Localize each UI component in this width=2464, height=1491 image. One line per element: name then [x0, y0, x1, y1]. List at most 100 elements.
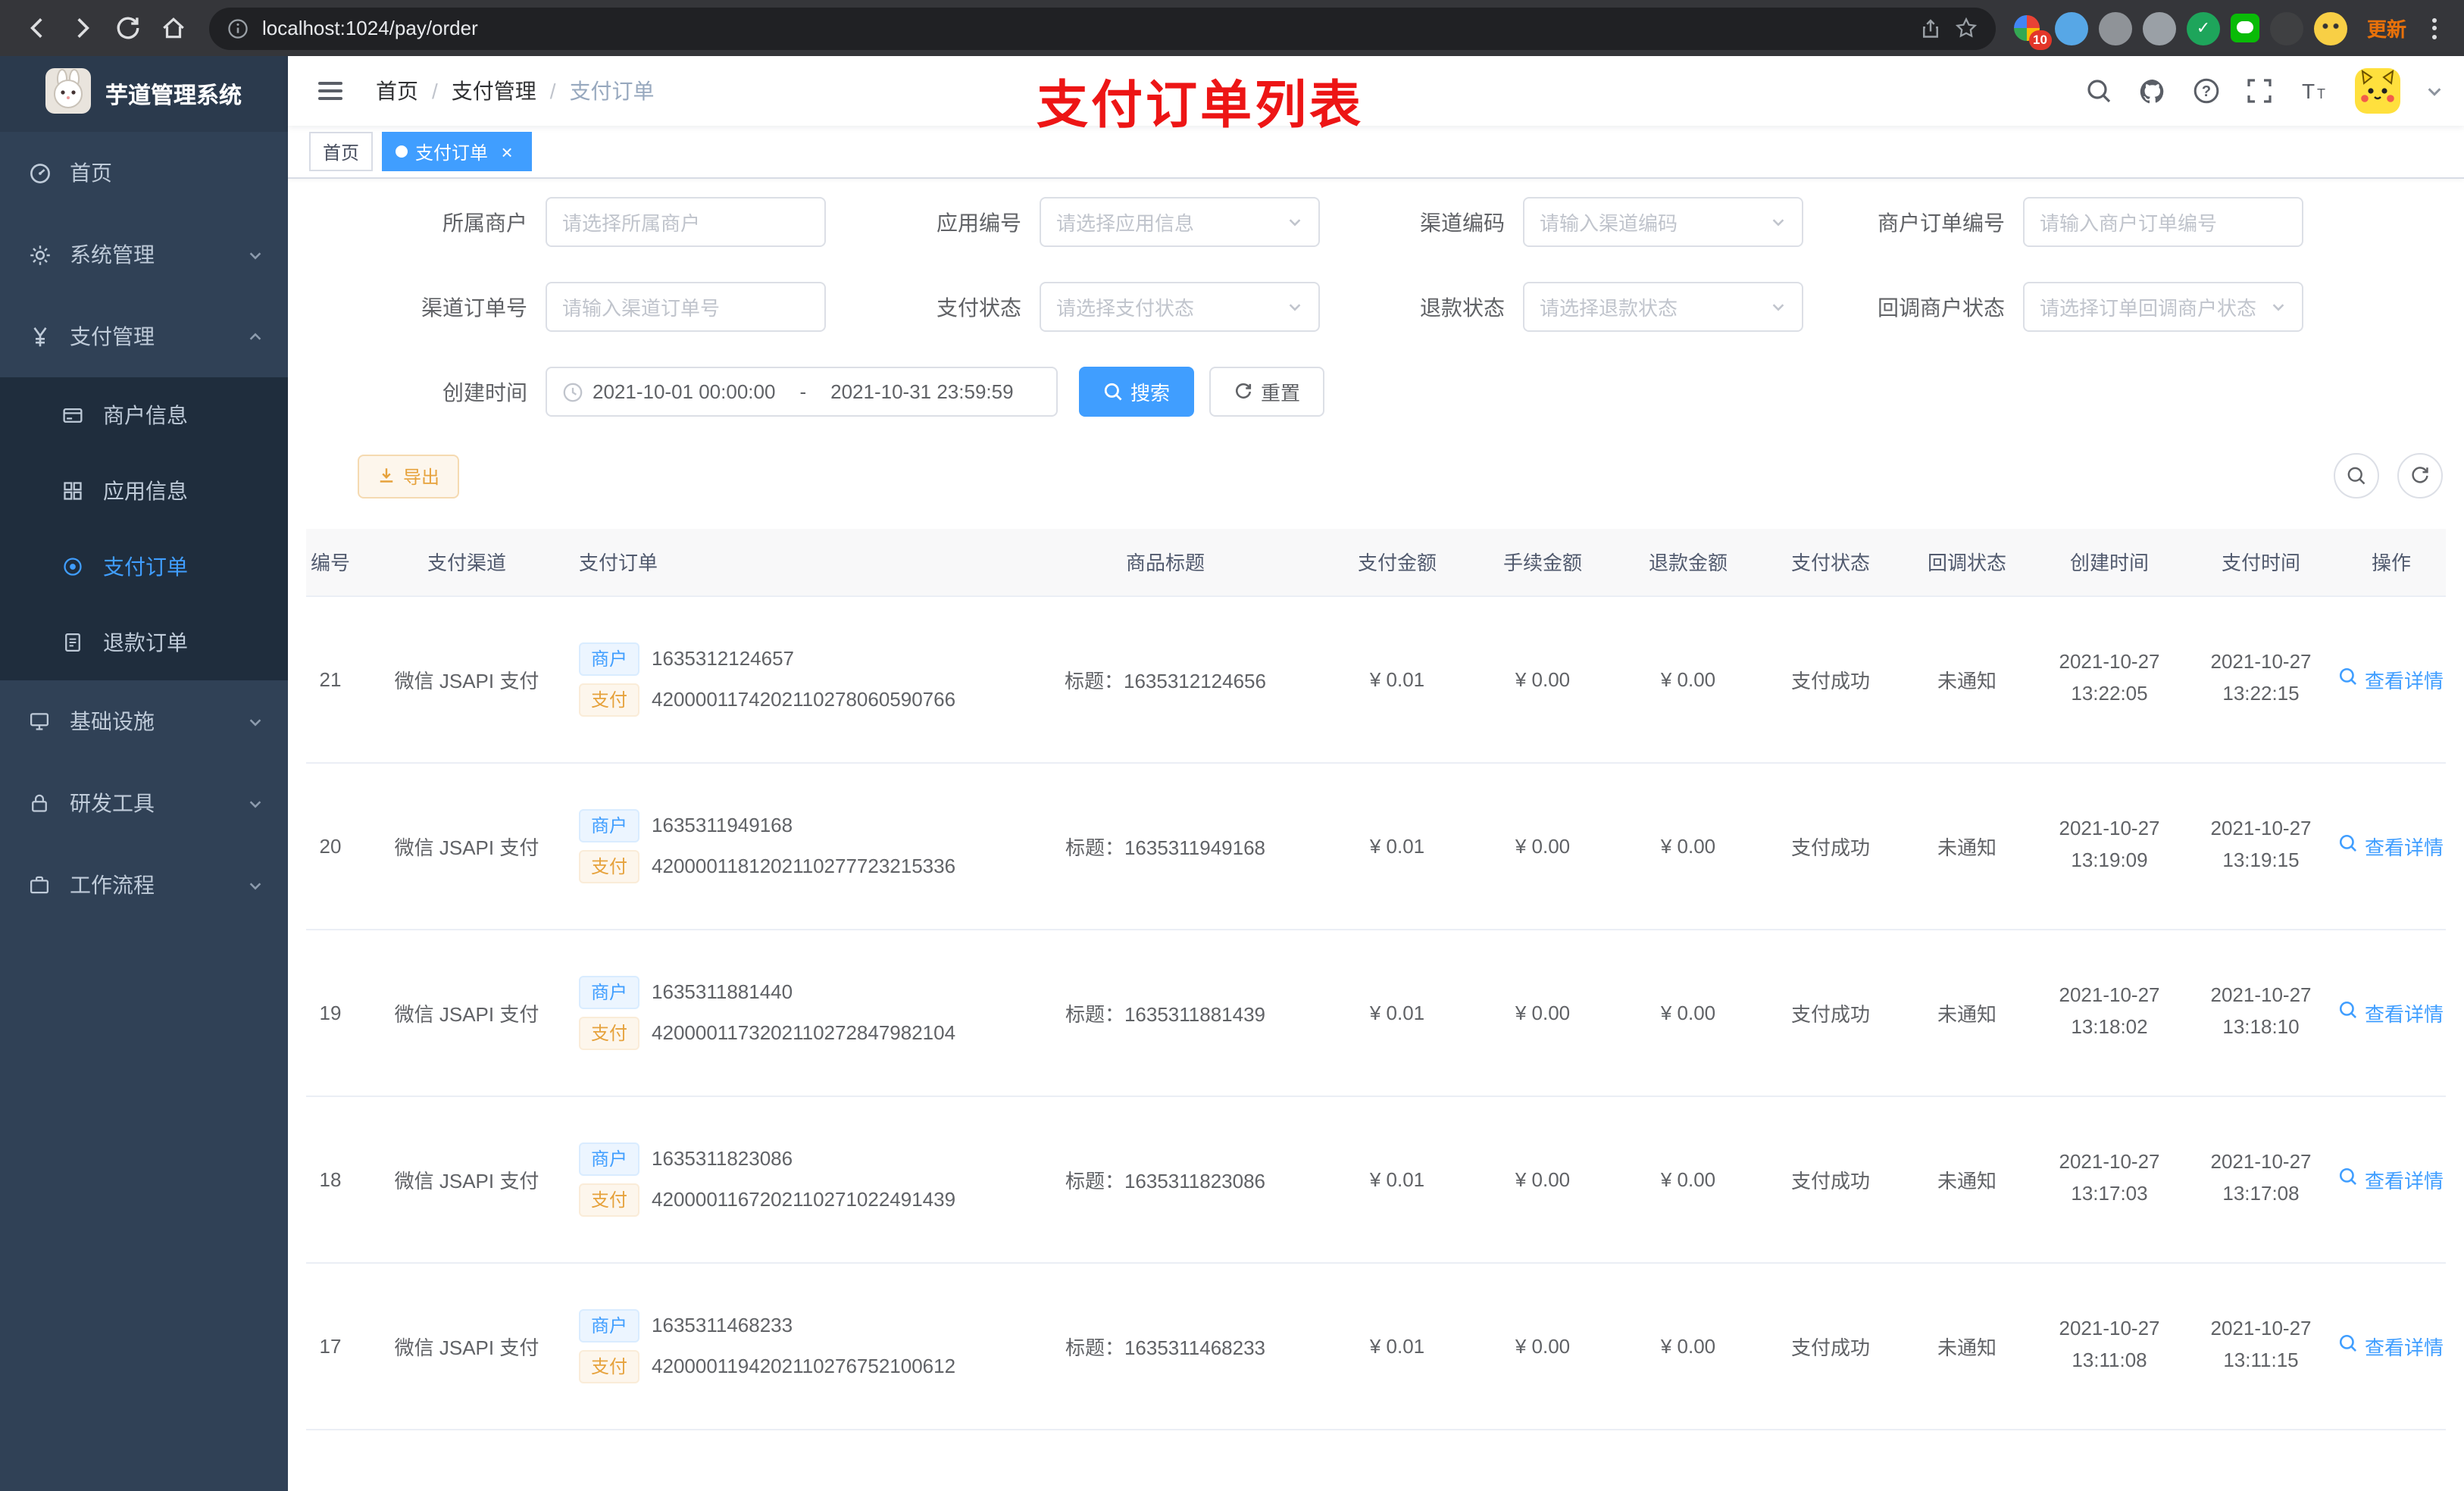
chevron-down-icon	[1287, 299, 1303, 315]
sidebar-item-workflow[interactable]: 工作流程	[0, 844, 288, 926]
extension-gray-icon[interactable]	[2098, 11, 2132, 45]
orders-table: 编号 支付渠道 支付订单 商品标题 支付金额 手续金额 退款金额 支付状态 回调状态 创建时间 支付…	[306, 529, 2446, 1491]
column-header: 回调状态	[1900, 529, 2034, 596]
filter-field-pay-status: 支付状态 请选择支付状态	[826, 282, 1320, 332]
table-row: 20 微信 JSAPI 支付 商户 1635311949168 支付 4200001181…	[306, 762, 2446, 930]
browser-menu-icon[interactable]	[2426, 17, 2443, 39]
sidebar-item-payment[interactable]: 支付管理	[0, 295, 288, 377]
merchant-tag: 商户	[579, 1142, 640, 1175]
reset-button[interactable]: 重置	[1209, 367, 1325, 417]
order-number: 4200001181202110277723215336	[652, 855, 956, 877]
cell-notify: 未通知	[1900, 595, 2034, 763]
cell-create-time: 2021-10-27 13:19:09	[2034, 762, 2185, 930]
sidebar-item-pay-order[interactable]: 支付订单	[0, 529, 288, 605]
column-header: 支付金额	[1324, 529, 1470, 596]
filter-label: 退款状态	[1420, 295, 1505, 319]
browser-back-icon[interactable]	[15, 7, 58, 49]
user-menu-caret-icon[interactable]	[2426, 83, 2443, 99]
search-button[interactable]: 搜索	[1079, 367, 1195, 417]
filter-select-refund-status[interactable]: 请选择退款状态	[1523, 282, 1803, 332]
search-icon[interactable]	[2085, 77, 2112, 105]
filter-select-app-no[interactable]: 请选择应用信息	[1040, 197, 1320, 247]
extension-blue-icon[interactable]	[2054, 11, 2088, 45]
cell-fee	[1470, 1429, 1615, 1491]
filter-label: 商户订单编号	[1878, 210, 2005, 234]
share-icon[interactable]	[1920, 17, 1941, 39]
cell-channel: 微信 JSAPI 支付	[370, 1096, 564, 1263]
filter-field-notify-status: 回调商户状态 请选择订单回调商户状态	[1803, 282, 2303, 332]
sidebar-item-merchant-info[interactable]: 商户信息	[0, 377, 288, 453]
extension-chat-icon[interactable]	[2230, 14, 2259, 42]
sidebar-collapse-icon[interactable]	[309, 76, 352, 106]
toggle-search-button[interactable]	[2334, 453, 2379, 499]
cell-status: 支付成功	[1761, 1096, 1900, 1263]
sidebar-item-infrastructure[interactable]: 基础设施	[0, 680, 288, 762]
view-detail-link[interactable]: 查看详情	[2339, 998, 2444, 1027]
column-header: 退款金额	[1615, 529, 1761, 596]
extension-dark-icon[interactable]	[2269, 11, 2303, 45]
export-button[interactable]: 导出	[358, 454, 460, 498]
view-detail-link[interactable]: 查看详情	[2339, 664, 2444, 693]
view-detail-link[interactable]: 查看详情	[2339, 1164, 2444, 1193]
cell-id: 18	[306, 1096, 370, 1263]
cell-create-time: 2021-10-27 13:22:05	[2034, 595, 2185, 763]
extensions-grid-icon[interactable]: 10	[2011, 11, 2052, 49]
cell-action	[2337, 1429, 2446, 1491]
sidebar-item-dev-tools[interactable]: 研发工具	[0, 762, 288, 844]
browser-profile-avatar[interactable]	[2313, 11, 2347, 45]
extension-green-check-icon[interactable]: ✓	[2186, 11, 2220, 45]
breadcrumb-item[interactable]: 支付管理	[452, 76, 536, 106]
cell-title: 标题：1635311468233	[1006, 1262, 1324, 1430]
github-icon[interactable]	[2138, 77, 2167, 105]
tab-home[interactable]: 首页	[309, 132, 374, 171]
cell-pay-time: 2021-10-27 13:18:10	[2185, 929, 2337, 1096]
site-info-icon[interactable]	[227, 17, 249, 39]
logo-avatar	[45, 67, 92, 120]
cell-order: 商户 1635311881440 支付 42000011732021102728479…	[564, 929, 1006, 1096]
cell-fee: ¥ 0.00	[1470, 1096, 1615, 1263]
sidebar-item-label: 商户信息	[103, 403, 188, 427]
browser-update-button[interactable]: 更新	[2358, 9, 2416, 47]
placeholder-text: 请选择订单回调商户状态	[2040, 297, 2257, 320]
filter-input-merchant[interactable]: 请选择所属商户	[546, 197, 826, 247]
help-icon[interactable]: ?	[2193, 77, 2220, 105]
pay-tag: 支付	[579, 683, 640, 716]
sidebar-item-app-info[interactable]: 应用信息	[0, 453, 288, 529]
cell-order: 商户 1635312124657 支付 42000011742021102780605…	[564, 595, 1006, 763]
user-avatar[interactable]	[2355, 68, 2400, 114]
view-detail-link[interactable]: 查看详情	[2339, 1331, 2444, 1360]
cell-status: 支付成功	[1761, 1262, 1900, 1430]
breadcrumb-item[interactable]: 首页	[376, 76, 418, 106]
refresh-button[interactable]	[2397, 453, 2443, 499]
fullscreen-icon[interactable]	[2246, 77, 2273, 105]
font-size-icon[interactable]: TT	[2299, 77, 2329, 105]
app-logo[interactable]: 芋道管理系统	[0, 56, 288, 132]
sidebar-item-system[interactable]: 系统管理	[0, 214, 288, 295]
filter-input-merchant-order-no[interactable]: 请输入商户订单编号	[2023, 197, 2303, 247]
cell-create-time: 2021-10-27 13:11:08	[2034, 1262, 2185, 1430]
orders-table-wrap: 编号 支付渠道 支付订单 商品标题 支付金额 手续金额 退款金额 支付状态 回调状态 创建时间 支付…	[306, 529, 2446, 1491]
cell-status	[1761, 1429, 1900, 1491]
create-time-range-input[interactable]: 2021-10-01 00:00:00 - 2021-10-31 23:59:5…	[546, 367, 1058, 417]
address-bar[interactable]: localhost:1024/pay/order	[209, 7, 1996, 49]
tab-close-icon[interactable]: ×	[496, 140, 518, 163]
sidebar-item-refund-order[interactable]: 退款订单	[0, 605, 288, 680]
tab-pay-order[interactable]: 支付订单 ×	[382, 132, 533, 171]
cell-create-time	[2034, 1429, 2185, 1491]
filter-select-pay-status[interactable]: 请选择支付状态	[1040, 282, 1320, 332]
filter-select-notify-status[interactable]: 请选择订单回调商户状态	[2023, 282, 2303, 332]
cell-fee: ¥ 0.00	[1470, 1262, 1615, 1430]
filter-input-channel-order-no[interactable]: 请输入渠道订单号	[546, 282, 826, 332]
view-detail-icon	[2339, 1000, 2359, 1024]
tab-active-dot	[396, 145, 408, 158]
bookmark-star-icon[interactable]	[1955, 17, 1978, 39]
sidebar-item-home[interactable]: 首页	[0, 132, 288, 214]
view-detail-label: 查看详情	[2364, 669, 2444, 692]
browser-forward-icon[interactable]	[61, 7, 103, 49]
filter-select-channel-code[interactable]: 请输入渠道编码	[1523, 197, 1803, 247]
browser-home-icon[interactable]	[152, 7, 194, 49]
extension-gray2-icon[interactable]	[2142, 11, 2176, 45]
table-row: 17 微信 JSAPI 支付 商户 1635311468233 支付 4200001194…	[306, 1262, 2446, 1430]
browser-reload-icon[interactable]	[106, 7, 149, 49]
view-detail-link[interactable]: 查看详情	[2339, 831, 2444, 860]
